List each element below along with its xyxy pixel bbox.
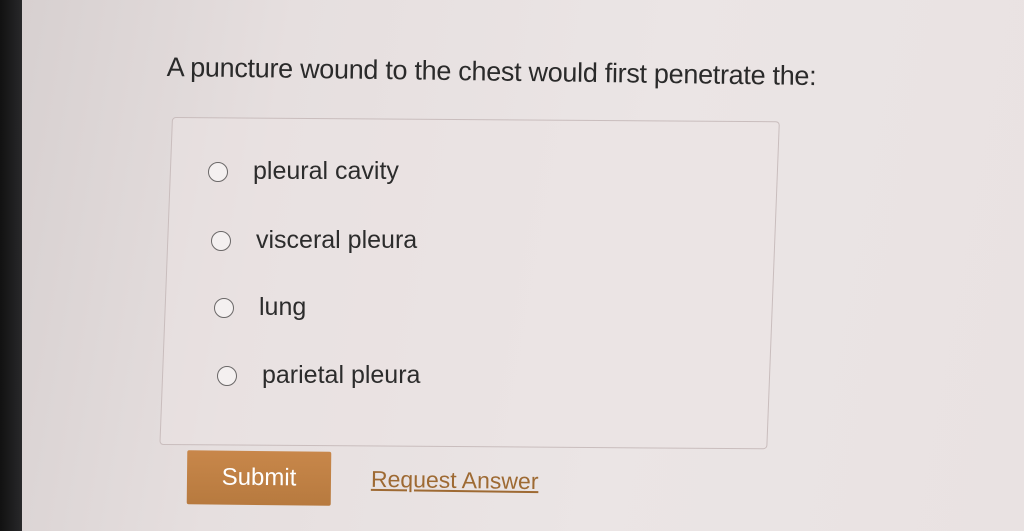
option-label: visceral pleura [256, 226, 418, 254]
option-visceral-pleura[interactable]: visceral pleura [211, 226, 417, 255]
option-pleural-cavity[interactable]: pleural cavity [208, 157, 399, 186]
question-text: A puncture wound to the chest would firs… [166, 52, 817, 92]
option-label: pleural cavity [253, 157, 399, 185]
option-parietal-pleura[interactable]: parietal pleura [217, 361, 420, 390]
radio-button[interactable] [208, 161, 228, 182]
radio-button[interactable] [217, 365, 237, 386]
option-label: parietal pleura [262, 361, 421, 389]
request-answer-link[interactable]: Request Answer [371, 466, 539, 495]
radio-button[interactable] [211, 230, 231, 251]
quiz-screen: A puncture wound to the chest would firs… [22, 0, 1024, 531]
submit-button[interactable]: Submit [186, 450, 332, 506]
option-label: lung [259, 293, 307, 321]
option-lung[interactable]: lung [214, 293, 306, 322]
radio-button[interactable] [214, 297, 234, 318]
